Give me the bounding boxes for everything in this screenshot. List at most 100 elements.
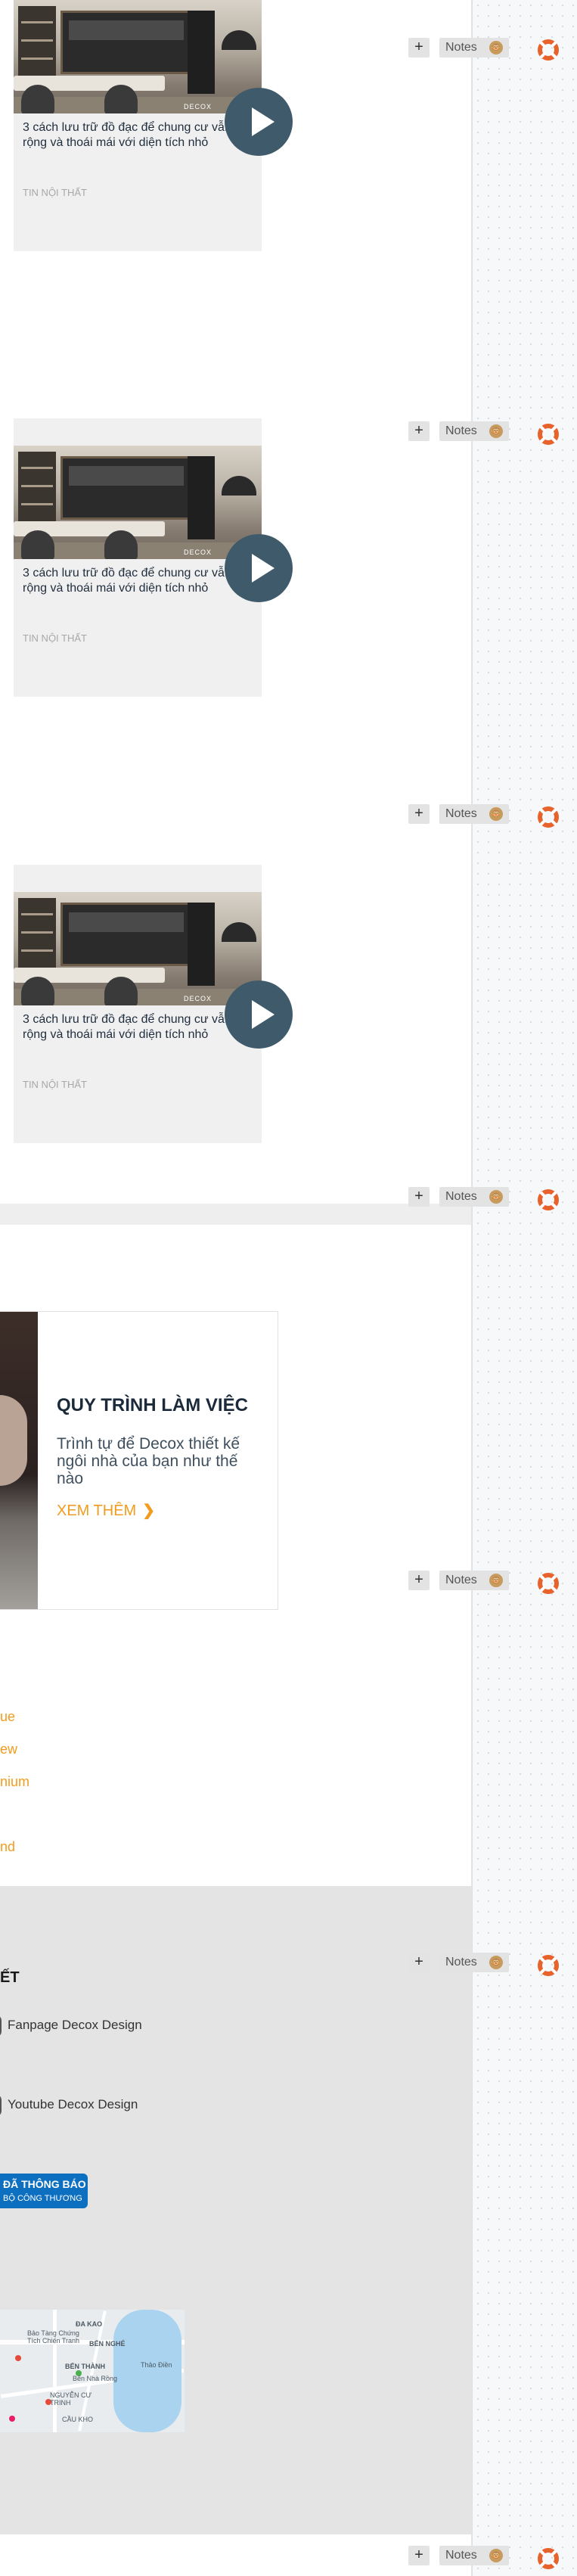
map-marker-icon	[15, 2355, 21, 2361]
notes-button[interactable]: Notes 🐵	[439, 38, 509, 57]
map-label: ĐA KAO	[76, 2320, 103, 2328]
thumbnail-shelf	[18, 6, 56, 82]
youtube-icon	[0, 2094, 2, 2117]
map-marker-icon	[9, 2416, 15, 2422]
ministry-registration-badge[interactable]: ĐÃ THÔNG BÁO BỘ CÔNG THƯƠNG	[0, 2174, 88, 2208]
map-road	[53, 2310, 57, 2432]
lifebuoy-icon[interactable]	[538, 39, 559, 61]
footer-link[interactable]: ew	[0, 1742, 17, 1757]
thumbnail-shelf	[18, 452, 56, 527]
map-road	[78, 2310, 107, 2432]
chevron-right-icon: ❯	[142, 1502, 155, 1519]
map-river	[113, 2310, 181, 2432]
notes-label: Notes	[445, 41, 477, 54]
article-thumbnail[interactable]: DECOX	[14, 892, 262, 1005]
thumbnail-brand: DECOX	[183, 995, 212, 1002]
article-title[interactable]: 3 cách lưu trữ đồ đạc để chung cư vẫn rộ…	[23, 120, 234, 151]
monkey-face-icon: 🐵	[489, 1574, 503, 1587]
article-title[interactable]: 3 cách lưu trữ đồ đạc để chung cư vẫn rộ…	[23, 566, 234, 596]
location-map[interactable]: ĐA KAO BẾN THÀNH Bến Nhà Rồng NGUYỄN CƯ …	[0, 2310, 185, 2432]
lifebuoy-icon[interactable]	[538, 806, 559, 828]
add-note-button[interactable]: +	[408, 421, 430, 441]
lifebuoy-icon[interactable]	[538, 1573, 559, 1594]
monkey-face-icon: 🐵	[489, 807, 503, 821]
notes-label: Notes	[445, 1574, 477, 1586]
thumbnail-fridge	[188, 903, 215, 986]
map-label: Bảo Tàng Chứng Tích Chiến Tranh	[27, 2329, 80, 2345]
section-separator	[0, 1204, 471, 1225]
article-thumbnail[interactable]: DECOX	[14, 0, 262, 113]
badge-line-1: ĐÃ THÔNG BÁO	[3, 2178, 86, 2190]
map-label: BẾN NGHÉ	[89, 2340, 126, 2348]
thumbnail-fridge	[188, 456, 215, 539]
article-thumbnail[interactable]: DECOX	[14, 446, 262, 559]
footer-link[interactable]: ue	[0, 1709, 15, 1725]
footer: ẾT Fanpage Decox Design Youtube Decox De…	[0, 1886, 471, 2534]
social-link-label: Fanpage Decox Design	[8, 2018, 142, 2032]
lifebuoy-icon[interactable]	[538, 424, 559, 445]
thumbnail-cabinet	[60, 903, 192, 966]
thumbnail-brand: DECOX	[183, 548, 212, 556]
thumbnail-shelf	[18, 898, 56, 974]
thumbnail-chair	[21, 977, 54, 1005]
monkey-face-icon: 🐵	[489, 424, 503, 438]
notes-button[interactable]: Notes 🐵	[439, 421, 509, 441]
facebook-icon	[0, 2015, 2, 2037]
notes-button[interactable]: Notes 🐵	[439, 1571, 509, 1590]
footer-link[interactable]: nium	[0, 1774, 29, 1790]
footer-link[interactable]: nd	[0, 1839, 15, 1855]
map-label: BẾN THÀNH	[65, 2363, 105, 2370]
thumbnail-cabinet	[60, 11, 192, 74]
social-link-youtube[interactable]: Youtube Decox Design	[0, 2094, 138, 2117]
add-note-button[interactable]: +	[408, 38, 430, 57]
article-card[interactable]: DECOX 3 cách lưu trữ đồ đạc để chung cư …	[14, 418, 262, 697]
thumbnail-chair	[21, 530, 54, 559]
notes-button[interactable]: Notes 🐵	[439, 2546, 509, 2565]
monkey-face-icon: 🐵	[489, 2549, 503, 2562]
monkey-face-icon: 🐵	[489, 41, 503, 54]
editor-gutter	[472, 0, 577, 2576]
notes-label: Notes	[445, 424, 477, 437]
notes-button[interactable]: Notes 🐵	[439, 804, 509, 824]
page-canvas: DECOX 3 cách lưu trữ đồ đạc để chung cư …	[0, 0, 471, 2576]
article-title[interactable]: 3 cách lưu trữ đồ đạc để chung cư vẫn rộ…	[23, 1012, 234, 1043]
add-note-button[interactable]: +	[408, 2546, 430, 2565]
article-card[interactable]: DECOX 3 cách lưu trữ đồ đạc để chung cư …	[14, 865, 262, 1143]
lifebuoy-icon[interactable]	[538, 1955, 559, 1976]
thumbnail-fridge	[188, 11, 215, 94]
thumbnail-chair	[104, 85, 138, 113]
process-photo	[0, 1312, 38, 1609]
add-note-button[interactable]: +	[408, 1187, 430, 1207]
thumbnail-chair	[104, 530, 138, 559]
article-category[interactable]: TIN NỘI THẤT	[23, 187, 87, 198]
see-more-label: XEM THÊM	[57, 1502, 137, 1519]
notes-button[interactable]: Notes 🐵	[439, 1953, 509, 1972]
add-note-button[interactable]: +	[408, 1953, 430, 1972]
play-button[interactable]	[225, 980, 293, 1049]
thumbnail-cabinet	[60, 456, 192, 520]
play-button[interactable]	[225, 534, 293, 602]
add-note-button[interactable]: +	[408, 1571, 430, 1590]
notes-label: Notes	[445, 1190, 477, 1203]
lifebuoy-icon[interactable]	[538, 1189, 559, 1210]
process-title: QUY TRÌNH LÀM VIỆC	[57, 1395, 248, 1415]
notes-button[interactable]: Notes 🐵	[439, 1187, 509, 1207]
social-link-label: Youtube Decox Design	[8, 2097, 138, 2111]
footer-heading: ẾT	[0, 1969, 20, 1986]
map-label: NGUYỄN CƯ TRINH	[50, 2391, 92, 2407]
lifebuoy-icon[interactable]	[538, 2548, 559, 2569]
play-button[interactable]	[225, 88, 293, 156]
process-description: Trình tự để Decox thiết kế ngôi nhà của …	[57, 1435, 240, 1487]
article-category[interactable]: TIN NỘI THẤT	[23, 1079, 87, 1090]
map-label: Thảo Điền	[141, 2361, 172, 2369]
notes-label: Notes	[445, 807, 477, 820]
add-note-button[interactable]: +	[408, 804, 430, 824]
see-more-link[interactable]: XEM THÊM ❯	[57, 1501, 155, 1520]
thumbnail-chair	[104, 977, 138, 1005]
process-card[interactable]: QUY TRÌNH LÀM VIỆC Trình tự để Decox thi…	[0, 1311, 278, 1610]
notes-label: Notes	[445, 1956, 477, 1969]
article-category[interactable]: TIN NỘI THẤT	[23, 632, 87, 644]
badge-line-2: BỘ CÔNG THƯƠNG	[3, 2194, 82, 2203]
monkey-face-icon: 🐵	[489, 1190, 503, 1204]
social-link-fanpage[interactable]: Fanpage Decox Design	[0, 2015, 142, 2037]
